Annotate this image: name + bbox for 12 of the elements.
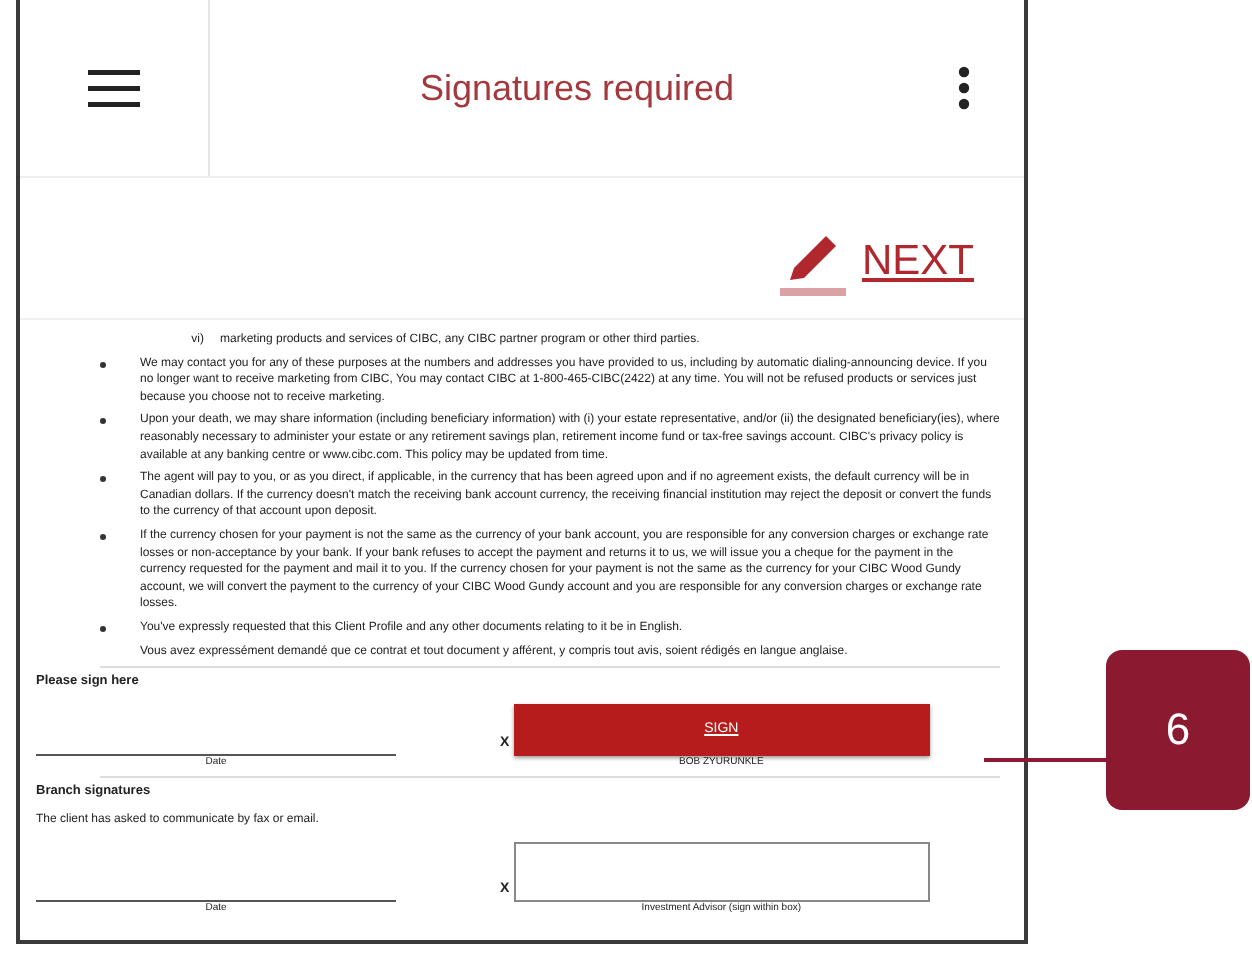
- step-badge: 6: [1106, 650, 1250, 810]
- bullet-icon: [100, 361, 106, 368]
- menu-icon: [88, 68, 140, 108]
- leader-line: [984, 758, 1106, 762]
- bullet-icon: [100, 625, 106, 632]
- bullet-icon: [100, 533, 106, 540]
- more-icon: [958, 66, 970, 110]
- bullet-icon: [100, 418, 106, 425]
- bullet-icon: [100, 476, 106, 483]
- signature-box[interactable]: [513, 841, 930, 902]
- next-button[interactable]: NEXT: [777, 228, 974, 296]
- screen-title: Signatures required: [417, 67, 737, 109]
